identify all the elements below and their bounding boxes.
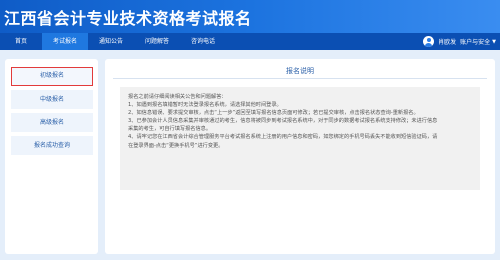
nav-item-home[interactable]: 首页 (0, 33, 42, 50)
panel-title: 报名说明 (286, 67, 314, 75)
notice-line: 4、请牢记您在江西省会计综合管理服务平台考试报名系统上注册的用户信息和密码，如您… (128, 134, 438, 141)
notice-line: 报名之前请仔细阅读相关公告和问题解答： (128, 94, 227, 100)
main-nav: 首页 考试报名 通知公告 问题解答 咨询电话 肖欧发 账户与安全 ▼ (0, 33, 500, 50)
nav-item-faq[interactable]: 问题解答 (134, 33, 180, 50)
nav-item-exam-registration[interactable]: 考试报名 (42, 33, 88, 50)
site-title: 江西省会计专业技术资格考试报名 (4, 9, 252, 28)
sidebar: 初级报名 中级报名 高级报名 报名成功查询 (5, 59, 98, 254)
chevron-down-icon: ▼ (492, 38, 496, 45)
divider (113, 78, 487, 79)
notice-line: 3、已参加会计人员信息采集并审核通过的考生，信息将被同步到考试报名系统中，对于同… (128, 118, 438, 125)
notice-line: 采集的考生，可自行填写报名信息。 (128, 126, 212, 133)
notice-line: 1、如遇到报名填错暂时无法登录报名系统，请选择其他时间登录。 (128, 102, 282, 109)
nav-item-hotline[interactable]: 咨询电话 (180, 33, 226, 50)
notice-line: 在登录界面-点击“更换手机号”进行变更。 (128, 142, 224, 149)
nav-item-notices[interactable]: 通知公告 (88, 33, 134, 50)
sidebar-item-intermediate-registration[interactable]: 中级报名 (11, 90, 93, 109)
main-panel: 报名说明 报名之前请仔细阅读相关公告和问题解答： 1、如遇到报名填错暂时无法登录… (105, 59, 495, 254)
sidebar-item-senior-registration[interactable]: 高级报名 (11, 113, 93, 132)
sidebar-item-registration-query[interactable]: 报名成功查询 (11, 136, 93, 155)
account-security-menu[interactable]: 账户与安全 ▼ (460, 37, 496, 47)
user-name[interactable]: 肖欧发 (438, 37, 456, 46)
site-header: 江西省会计专业技术资格考试报名 (0, 0, 500, 33)
account-security-label: 账户与安全 (460, 39, 491, 46)
avatar[interactable] (423, 36, 435, 47)
notice-box: 报名之前请仔细阅读相关公告和问题解答： 1、如遇到报名填错暂时无法登录报名系统，… (120, 87, 480, 190)
user-box: 肖欧发 账户与安全 ▼ (423, 33, 496, 50)
notice-line: 2、如信息错误、要求提交审核，点击“上一步”返回至填写报名信息页面可修改；若已提… (128, 110, 419, 117)
sidebar-item-junior-registration[interactable]: 初级报名 (11, 67, 93, 86)
